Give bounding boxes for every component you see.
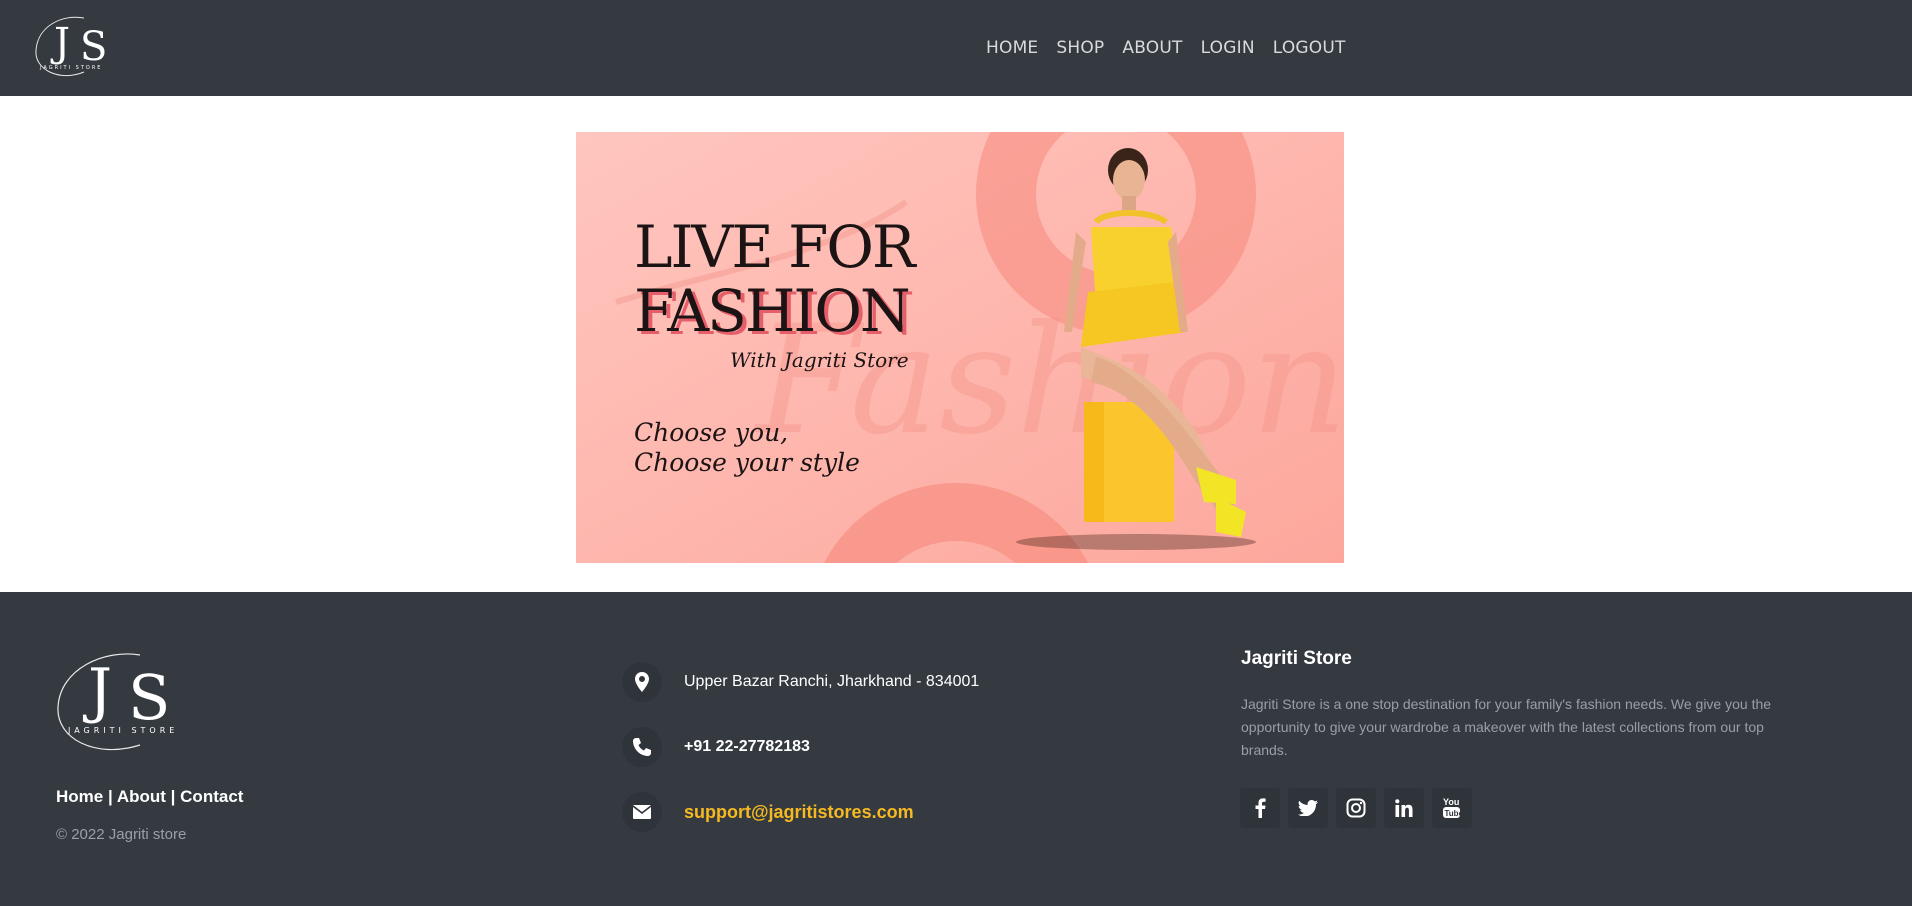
youtube-icon[interactable]: You Tube [1432,788,1472,828]
footer-logo-subtext: JAGRITI STORE [67,726,178,735]
brand-logo-graphic: J S JAGRITI STORE [35,16,107,77]
footer-nav: Home | About | Contact [56,787,243,807]
logo-letter-s: S [80,24,107,70]
envelope-icon [622,792,662,832]
contact-phone[interactable]: +91 22-27782183 [684,738,810,756]
footer-contact-link[interactable]: Contact [180,787,243,806]
footer-logo-graphic: J S JAGRITI STORE [57,653,178,751]
hero-tagline-line1: Choose you, [634,418,789,447]
hero-background-art: Fashion [576,132,1344,563]
contact-email-link[interactable]: support@jagritistores.com [684,802,914,823]
footer-about-link[interactable]: About [117,787,166,806]
copyright-text: © 2022 Jagriti store [56,826,187,843]
social-links: You Tube [1240,788,1472,828]
hero-title-line2: FASHION [634,277,911,345]
footer-logo: J S JAGRITI STORE [54,647,224,759]
nav-shop-link[interactable]: SHOP [1056,38,1104,58]
nav-login-link[interactable]: LOGIN [1201,38,1255,58]
main-nav: HOME SHOP ABOUT LOGIN LOGOUT [986,38,1346,58]
nav-home-link[interactable]: HOME [986,38,1038,58]
hero-tagline-line2: Choose your style [634,448,860,477]
hero-banner: Fashion LIVE FOR FASHION With Jagriti St… [576,132,1344,563]
navbar: J S JAGRITI STORE HOME SHOP ABOUT LOGIN … [0,0,1912,96]
logo-subtext: JAGRITI STORE [39,65,102,71]
linkedin-icon[interactable] [1384,788,1424,828]
logo-letter-j: J [50,20,70,66]
hero-subtitle: With Jagriti Store [730,348,909,372]
footer-link-separator: | [107,787,113,806]
svg-text:You: You [1443,797,1459,807]
footer-logo-letter-j: J [82,656,112,726]
twitter-icon[interactable] [1288,788,1328,828]
facebook-icon[interactable] [1240,788,1280,828]
contact-phone-row: +91 22-27782183 [622,727,810,767]
contact-address-row: Upper Bazar Ranchi, Jharkhand - 834001 [622,662,979,702]
phone-icon [622,727,662,767]
instagram-icon[interactable] [1336,788,1376,828]
about-store-text: Jagriti Store is a one stop destination … [1241,696,1772,758]
nav-logout-link[interactable]: LOGOUT [1273,38,1346,58]
footer-home-link[interactable]: Home [56,787,103,806]
contact-address: Upper Bazar Ranchi, Jharkhand - 834001 [684,673,980,690]
footer-logo-letter-s: S [128,661,170,734]
brand-logo[interactable]: J S JAGRITI STORE [32,12,140,82]
nav-about-link[interactable]: ABOUT [1122,38,1182,58]
site-footer: J S JAGRITI STORE Home | About | Contact… [0,592,1912,906]
svg-text:Tube: Tube [1445,809,1462,818]
hero-title-line1: LIVE FOR [634,213,916,281]
contact-email-row: support@jagritistores.com [622,792,914,832]
footer-link-separator: | [170,787,176,806]
map-marker-icon [622,662,662,702]
about-store-title: Jagriti Store [1241,648,1352,669]
